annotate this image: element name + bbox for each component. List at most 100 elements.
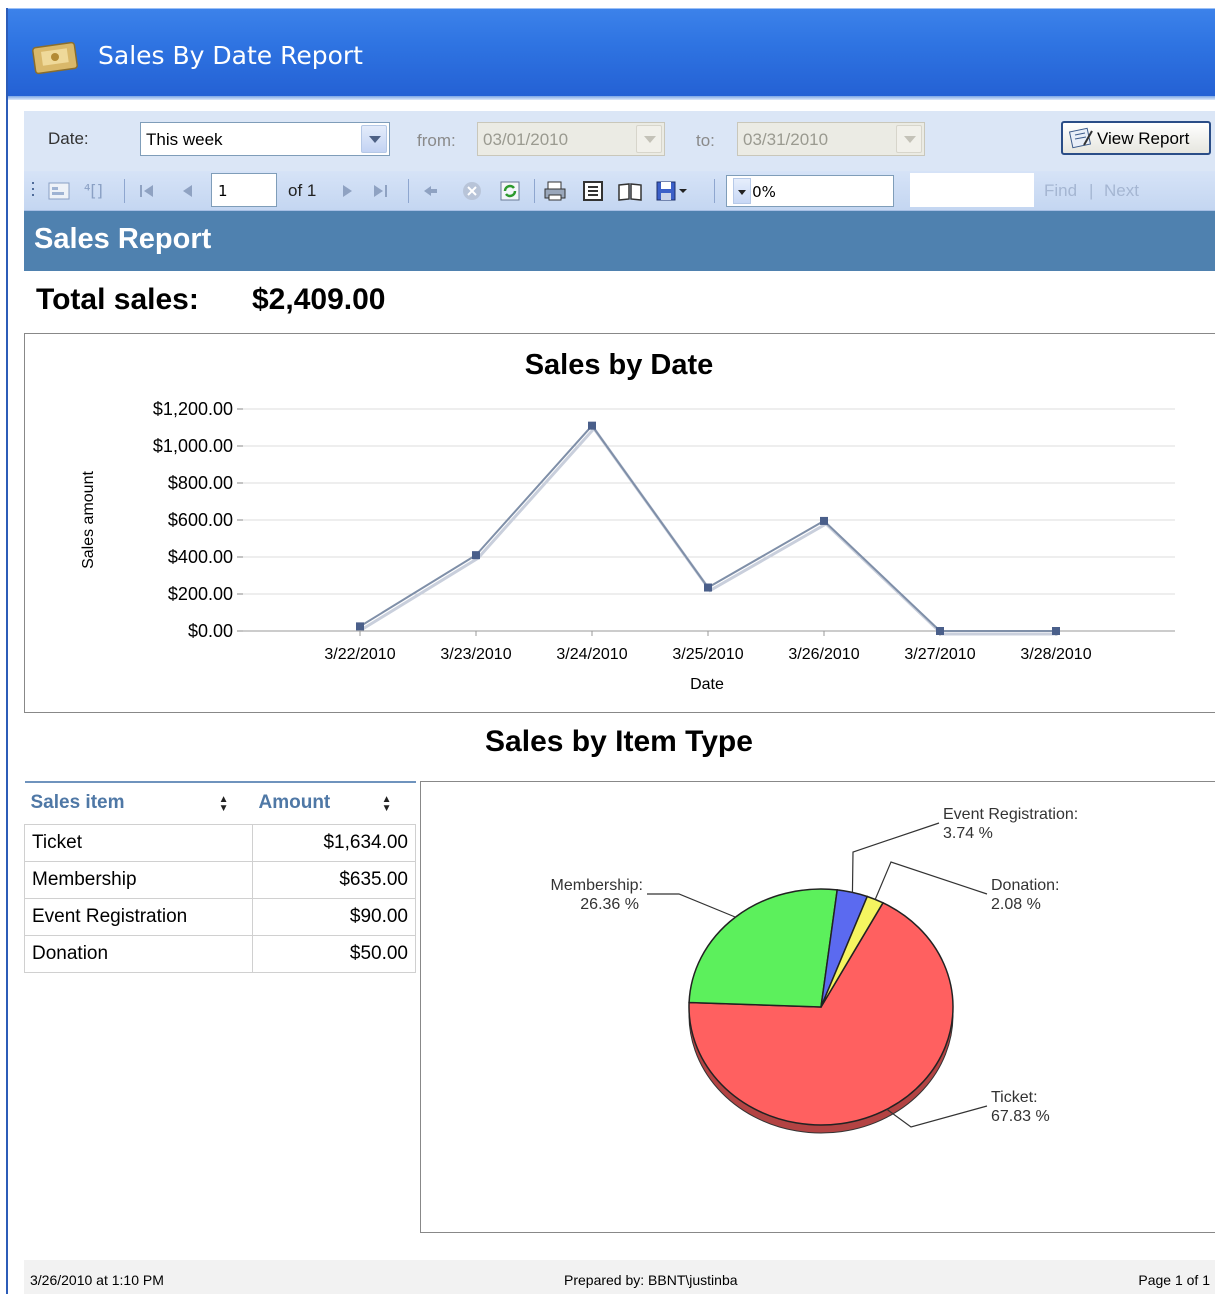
data-point <box>1052 627 1060 635</box>
report-icon <box>1068 127 1093 149</box>
print-icon[interactable] <box>542 179 568 203</box>
sort-icon[interactable]: ▲ ▼ <box>219 795 229 814</box>
find-text-input[interactable] <box>910 173 1034 207</box>
pie-slice-label: Donation: <box>991 877 1060 894</box>
svg-text:⁴[]: ⁴[] <box>84 181 103 200</box>
header-sales-item-label: Sales item <box>30 792 125 814</box>
back-icon[interactable] <box>420 179 442 203</box>
grip-icon <box>32 182 34 196</box>
to-date-picker[interactable]: 03/31/2010 <box>737 122 925 156</box>
chevron-down-icon[interactable] <box>733 178 751 204</box>
toggle-params-icon[interactable] <box>46 179 72 203</box>
x-tick-label: 3/27/2010 <box>904 646 975 663</box>
data-point <box>356 622 364 631</box>
stop-icon[interactable] <box>460 179 484 203</box>
cell-amount: $635.00 <box>252 860 416 899</box>
find-next-link[interactable]: Next <box>1104 181 1139 201</box>
x-tick-label: 3/24/2010 <box>556 646 627 663</box>
y-tick-label: $800.00 <box>168 473 233 493</box>
cell-item: Membership <box>24 860 253 899</box>
title-bar: Sales By Date Report <box>8 8 1215 96</box>
sales-by-item-type-chart: Ticket: 67.83 % Membership: 26.36 % Event Re… <box>420 781 1215 1233</box>
data-point <box>704 583 712 592</box>
view-report-label: View Report <box>1097 129 1190 148</box>
data-point <box>472 551 480 560</box>
cell-amount: $90.00 <box>252 897 416 936</box>
header-sales-item[interactable]: Sales item ▲ ▼ <box>24 781 253 824</box>
x-tick-label: 3/28/2010 <box>1020 646 1091 663</box>
header-amount-label: Amount <box>258 792 331 814</box>
pie-slice-percent: 2.08 % <box>991 896 1041 913</box>
chevron-down-icon[interactable] <box>636 125 662 153</box>
y-tick-label: $0.00 <box>188 621 233 641</box>
chart-title: Sales by Date <box>525 349 714 381</box>
toolbar-separator <box>714 179 715 203</box>
pie-slice-label: Ticket: <box>991 1089 1038 1106</box>
chevron-down-icon[interactable] <box>361 125 387 153</box>
series-line <box>359 424 1056 632</box>
sort-icon[interactable]: ▲ ▼ <box>382 795 392 814</box>
x-axis-label: Date <box>690 676 724 693</box>
from-date-value: 03/01/2010 <box>483 130 569 149</box>
pie-leader-line <box>647 893 736 918</box>
cell-item: Ticket <box>24 823 253 862</box>
header-amount[interactable]: Amount ▲ ▼ <box>252 781 416 824</box>
refresh-icon[interactable] <box>498 179 522 203</box>
table-row: Ticket $1,634.00 <box>24 823 416 862</box>
table-row: Event Registration $90.00 <box>24 897 416 936</box>
report-toolbar: ⁴[] 1 of 1 100% Find | Next <box>24 171 1215 211</box>
previous-page-icon[interactable] <box>176 179 198 203</box>
series-line-shadow <box>361 426 1058 636</box>
y-tick-label: $600.00 <box>168 510 233 530</box>
date-label: Date: <box>48 129 89 148</box>
pie-slice-label: Event Registration: <box>943 806 1078 823</box>
print-layout-icon[interactable] <box>580 179 606 203</box>
save-icon[interactable] <box>654 179 690 203</box>
from-date-picker[interactable]: 03/01/2010 <box>477 122 665 156</box>
toolbar-separator <box>124 179 125 203</box>
pie-slice-percent: 67.83 % <box>991 1108 1050 1125</box>
table-row: Donation $50.00 <box>24 934 416 973</box>
pie-leader-line <box>874 861 988 900</box>
cell-amount: $50.00 <box>252 934 416 973</box>
table-header-row: Sales item ▲ ▼ Amount ▲ ▼ <box>24 781 416 824</box>
page-number-value: 1 <box>218 182 228 200</box>
page-number-input[interactable]: 1 <box>211 173 277 207</box>
last-page-icon[interactable] <box>370 179 392 203</box>
chevron-down-icon[interactable] <box>896 125 922 153</box>
title-bar-shadow <box>8 96 1215 100</box>
total-sales-label: Total sales: <box>36 283 199 316</box>
x-tick-label: 3/23/2010 <box>440 646 511 663</box>
page-count-text: of 1 <box>288 181 317 200</box>
document-map-icon[interactable]: ⁴[] <box>82 179 112 203</box>
data-point <box>936 627 944 635</box>
view-report-button[interactable]: View Report <box>1061 121 1211 155</box>
to-label: to: <box>696 131 715 150</box>
page-setup-icon[interactable] <box>616 179 644 203</box>
pie-slice-label: Membership: <box>551 877 643 894</box>
toolbar-separator <box>408 179 409 203</box>
next-page-icon[interactable] <box>338 179 358 203</box>
pie-slice-percent: 3.74 % <box>943 825 993 842</box>
cell-item: Donation <box>24 934 253 973</box>
zoom-select[interactable]: 100% <box>726 175 894 207</box>
date-range-value: This week <box>146 130 223 149</box>
find-separator: | <box>1089 181 1094 200</box>
pie-leader-line <box>886 1105 988 1128</box>
line-chart-svg: Sales by Date $0.00 $200.00 $400.00 $600.00 $… <box>80 349 1175 693</box>
pie-chart-svg: Ticket: 67.83 % Membership: 26.36 % Event Re… <box>551 806 1078 1134</box>
report-header-band: Sales Report <box>24 211 1215 271</box>
footer-prepared-by: Prepared by: BBNT\justinba <box>564 1272 738 1288</box>
x-tick-label: 3/22/2010 <box>324 646 395 663</box>
sales-by-date-chart: Sales by Date $0.00 $200.00 $400.00 $600.00 $… <box>24 333 1215 713</box>
from-label: from: <box>417 131 456 150</box>
report-window: Sales By Date Report Date: This week fro… <box>6 8 1215 1294</box>
footer-page-number: Page 1 of 1 <box>1138 1272 1210 1288</box>
date-range-select[interactable]: This week <box>140 122 390 156</box>
y-tick-label: $400.00 <box>168 547 233 567</box>
find-link[interactable]: Find <box>1044 181 1077 201</box>
first-page-icon[interactable] <box>136 179 158 203</box>
x-tick-label: 3/26/2010 <box>788 646 859 663</box>
pie-leader-line <box>851 822 940 893</box>
cell-item: Event Registration <box>24 897 253 936</box>
